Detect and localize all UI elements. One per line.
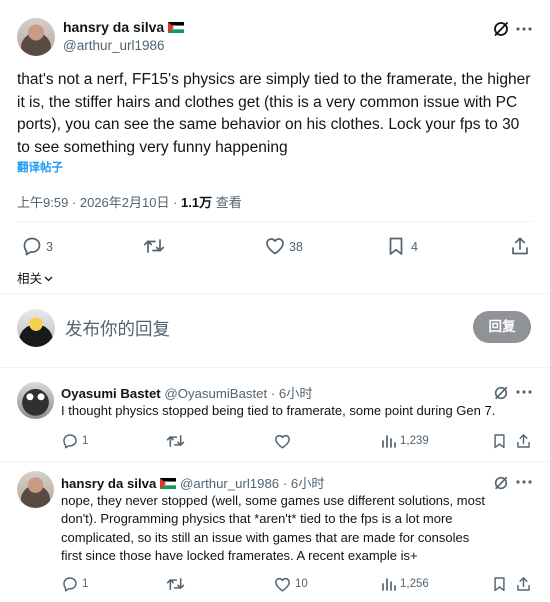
palestine-flag-icon bbox=[160, 478, 177, 489]
author-handle[interactable]: @OyasumiBastet bbox=[164, 386, 267, 401]
views-icon[interactable] bbox=[381, 577, 397, 591]
reply-header: Oyasumi Bastet @OyasumiBastet · 6小时 bbox=[61, 383, 313, 402]
views-count: 1,256 bbox=[400, 578, 429, 590]
post-time[interactable]: 上午9:59 · 2026年2月10日 · bbox=[17, 195, 181, 210]
divider bbox=[0, 461, 550, 462]
grok-icon[interactable] bbox=[492, 20, 510, 38]
reply-icon[interactable] bbox=[62, 433, 78, 449]
views-label: 查看 bbox=[212, 195, 242, 210]
display-name[interactable]: hansry da silva bbox=[61, 476, 156, 491]
display-name[interactable]: Oyasumi Bastet bbox=[61, 386, 161, 401]
like-count: 38 bbox=[289, 240, 303, 254]
avatar[interactable] bbox=[17, 309, 55, 347]
share-icon[interactable] bbox=[516, 433, 531, 449]
reply-button[interactable]: 回复 bbox=[473, 311, 531, 343]
reply-count: 3 bbox=[46, 240, 53, 254]
reply-text-line: first since those have locked framerates… bbox=[61, 548, 418, 564]
views-count: 1,239 bbox=[400, 435, 429, 447]
reply-text: nope, they never stopped (well, some gam… bbox=[61, 492, 546, 566]
divider bbox=[0, 367, 550, 368]
compose-input[interactable]: 发布你的回复 bbox=[65, 316, 170, 341]
retweet-icon[interactable] bbox=[143, 237, 165, 255]
reply-icon[interactable] bbox=[22, 236, 42, 256]
share-icon[interactable] bbox=[516, 576, 531, 592]
related-label: 相关 bbox=[17, 272, 43, 286]
bookmark-icon[interactable] bbox=[493, 576, 506, 592]
like-icon[interactable] bbox=[265, 237, 285, 255]
author-handle[interactable]: @arthur_url1986 bbox=[180, 476, 279, 491]
bookmark-count: 4 bbox=[411, 240, 418, 254]
avatar[interactable] bbox=[17, 18, 55, 56]
reply-header: hansry da silva @arthur_url1986 · 6小时 bbox=[61, 473, 325, 492]
display-name: hansry da silva bbox=[63, 19, 165, 35]
bookmark-icon[interactable] bbox=[493, 433, 506, 449]
chevron-down-icon bbox=[44, 276, 53, 282]
more-icon[interactable] bbox=[515, 389, 533, 395]
related-dropdown[interactable]: 相关 bbox=[17, 268, 53, 287]
post-time[interactable]: · 6小时 bbox=[271, 386, 313, 401]
post-text: that's not a nerf, FF15's physics are si… bbox=[17, 71, 531, 156]
like-count: 10 bbox=[295, 578, 308, 590]
reply-text-line: nope, they never stopped (well, some gam… bbox=[61, 493, 485, 508]
reply-icon[interactable] bbox=[62, 576, 78, 592]
reply-text-line: complicated, so its still an issue with … bbox=[61, 529, 470, 545]
share-icon[interactable] bbox=[511, 236, 529, 256]
avatar[interactable] bbox=[17, 382, 54, 419]
translate-link[interactable]: 翻译帖子 bbox=[17, 159, 63, 175]
reply-text-line: don't). Programming physics that *aren't… bbox=[61, 511, 453, 527]
like-icon[interactable] bbox=[274, 577, 291, 592]
divider bbox=[17, 221, 533, 222]
views-count: 1.1万 bbox=[181, 195, 213, 210]
divider bbox=[0, 293, 550, 294]
reply-count: 1 bbox=[82, 435, 89, 447]
retweet-icon[interactable] bbox=[166, 433, 185, 449]
post-timestamp: 上午9:59 · 2026年2月10日 · 1.1万 查看 bbox=[17, 192, 242, 211]
palestine-flag-icon bbox=[168, 22, 185, 33]
grok-icon[interactable] bbox=[493, 385, 509, 401]
views-icon[interactable] bbox=[381, 434, 397, 448]
avatar[interactable] bbox=[17, 471, 54, 508]
more-icon[interactable] bbox=[515, 26, 533, 32]
reply-count: 1 bbox=[82, 578, 89, 590]
bookmark-icon[interactable] bbox=[388, 236, 404, 256]
author-name[interactable]: hansry da silva bbox=[63, 19, 185, 35]
author-handle[interactable]: @arthur_url1986 bbox=[63, 38, 165, 53]
retweet-icon[interactable] bbox=[166, 576, 185, 592]
more-icon[interactable] bbox=[515, 479, 533, 485]
like-icon[interactable] bbox=[274, 434, 291, 449]
grok-icon[interactable] bbox=[493, 475, 509, 491]
reply-text: I thought physics stopped being tied to … bbox=[61, 403, 496, 418]
post-time[interactable]: · 6小时 bbox=[283, 476, 325, 491]
